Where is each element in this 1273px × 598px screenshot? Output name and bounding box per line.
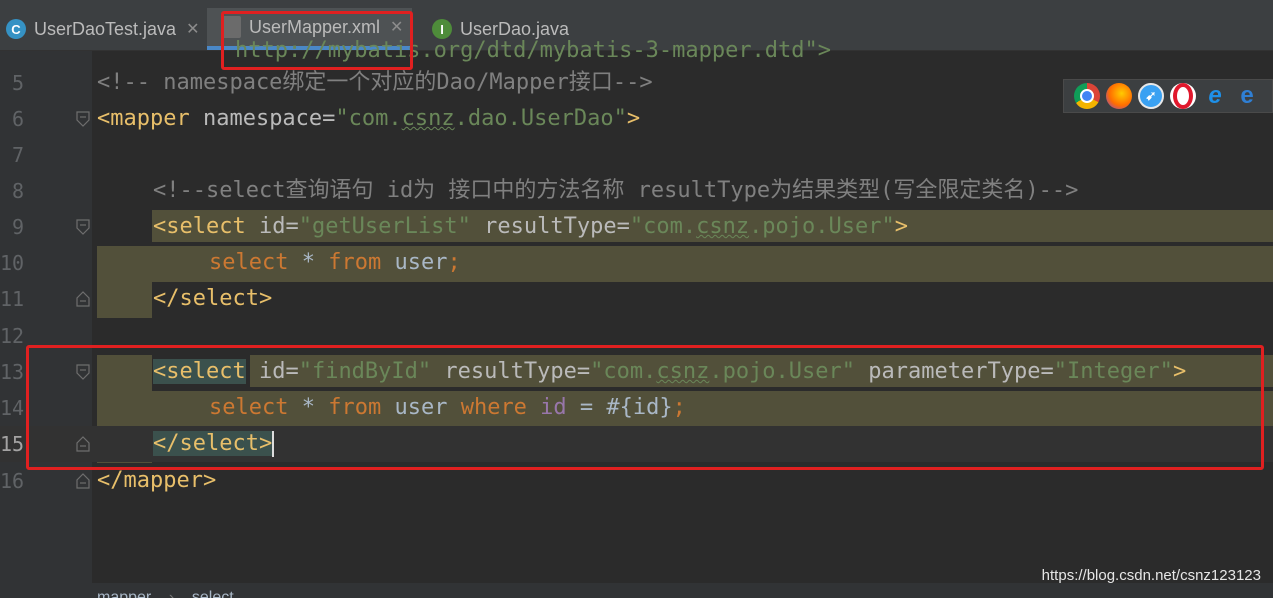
line-number: 15 xyxy=(0,432,25,456)
line-number: 7 xyxy=(11,143,24,167)
breadcrumb-item[interactable]: mapper xyxy=(97,589,151,598)
line-number: 11 xyxy=(0,287,25,311)
code-text: <select id="getUserList" resultType="com… xyxy=(153,214,909,239)
edge-icon[interactable]: e xyxy=(1234,82,1260,109)
code-line-9: 9 <select id="getUserList" resultType="c… xyxy=(0,209,1273,245)
line-number: 12 xyxy=(0,324,25,348)
code-line-7: 7 xyxy=(0,137,1273,173)
line-number: 16 xyxy=(0,469,25,493)
ie-icon[interactable]: e xyxy=(1202,82,1228,109)
code-line-11: 11 </select> xyxy=(0,281,1273,317)
breadcrumb-separator: › xyxy=(168,589,175,598)
code-text: select * from user; xyxy=(209,250,461,275)
annotation-box-tab xyxy=(221,11,413,70)
line-number: 8 xyxy=(11,179,24,203)
firefox-icon[interactable] xyxy=(1106,83,1132,109)
breadcrumb-item[interactable]: select xyxy=(192,589,234,598)
code-line-8: 8 <!--select查询语句 id为 接口中的方法名称 resultType… xyxy=(0,173,1273,209)
fold-icon[interactable] xyxy=(76,111,90,127)
chrome-icon[interactable] xyxy=(1074,83,1100,109)
safari-icon[interactable]: ➹ xyxy=(1138,83,1164,109)
browser-preview-toolbar: ➹ e e xyxy=(1063,79,1273,113)
line-number: 13 xyxy=(0,360,25,384)
code-text: </select> xyxy=(153,286,273,311)
code-text: <!--select查询语句 id为 接口中的方法名称 resultType为结… xyxy=(153,178,1079,203)
fold-icon[interactable] xyxy=(76,219,90,235)
line-number: 6 xyxy=(11,107,24,131)
code-editor[interactable]: http://mybatis.org/dtd/mybatis-3-mapper.… xyxy=(0,38,1273,583)
code-text: <!-- namespace绑定一个对应的Dao/Mapper接口--> xyxy=(97,70,653,95)
line-number: 10 xyxy=(0,251,25,275)
line-number: 9 xyxy=(11,215,24,239)
breadcrumb: mapper › select xyxy=(0,583,1273,598)
fold-icon[interactable] xyxy=(76,291,90,307)
code-line: http://mybatis.org/dtd/mybatis-3-mapper.… xyxy=(0,33,1273,69)
annotation-box-code xyxy=(26,345,1264,470)
code-text: <mapper namespace="com.csnz.dao.UserDao"… xyxy=(97,106,641,131)
line-number: 14 xyxy=(0,396,25,420)
opera-icon[interactable] xyxy=(1170,83,1196,109)
line-number: 5 xyxy=(11,71,24,95)
code-line-10: 10 select * from user; xyxy=(0,245,1273,281)
watermark: https://blog.csdn.net/csnz123123 xyxy=(1041,567,1261,584)
fold-icon[interactable] xyxy=(76,473,90,489)
